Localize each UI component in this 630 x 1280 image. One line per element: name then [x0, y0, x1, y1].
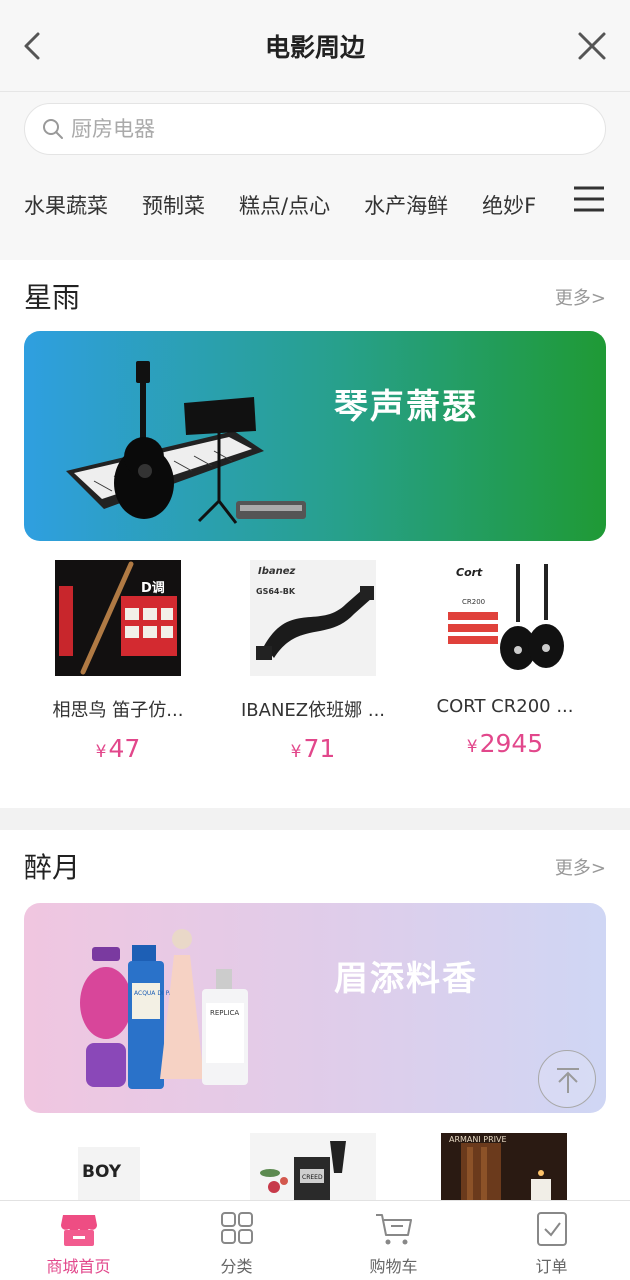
product-name: CORT CR200 ... — [436, 696, 574, 717]
app-page: 电影周边 水果蔬菜预制菜糕点/点心水产海鲜绝妙F 星雨 更多> — [0, 0, 630, 1280]
category-tab[interactable]: 水产海鲜 — [364, 186, 448, 226]
close-icon[interactable] — [572, 26, 612, 66]
top-navbar: 电影周边 — [0, 0, 630, 92]
svg-text:D调: D调 — [141, 581, 165, 596]
section-title: 星雨 — [24, 281, 81, 314]
product-price: ¥71 — [290, 734, 336, 763]
banner-title: 眉添料香 — [334, 959, 478, 999]
product-card[interactable]: Ibanez GS64-BK IBANEZ依班娜 ... ¥71 — [218, 560, 408, 763]
tab-label: 购物车 — [369, 1257, 418, 1276]
product-name: IBANEZ依班娜 ... — [240, 700, 386, 721]
category-tab[interactable]: 水果蔬菜 — [24, 186, 108, 226]
bottom-tab-bar: 商城首页 分类 购物车 订单 — [0, 1200, 630, 1280]
product-image-boy[interactable]: BOY — [78, 1147, 140, 1200]
category-tab[interactable]: 预制菜 — [142, 186, 205, 226]
category-tabs: 水果蔬菜 预制菜 糕点/点心 水产海鲜 绝妙F — [24, 186, 564, 226]
arrow-up-icon — [557, 1068, 579, 1093]
svg-text:BOY: BOY — [82, 1162, 122, 1182]
tab-label: 分类 — [220, 1257, 253, 1276]
tab-label: 订单 — [535, 1257, 568, 1276]
product-image-creed[interactable]: CREED — [250, 1133, 376, 1200]
more-link[interactable]: 更多> — [555, 284, 606, 310]
back-to-top-button[interactable] — [538, 1050, 596, 1108]
section-title: 醉月 — [24, 851, 81, 884]
banner-perfume[interactable]: ACQUA DI PARMA REPLICA 眉添料香 — [24, 903, 606, 1113]
shop-icon — [60, 1215, 97, 1246]
tab-cart[interactable]: 购物车 — [315, 1201, 472, 1280]
tab-label: 商城首页 — [46, 1257, 111, 1276]
order-icon — [536, 1212, 567, 1246]
product-name: 相思鸟 笛子仿... — [52, 700, 184, 721]
svg-text:GS64-BK: GS64-BK — [256, 587, 296, 596]
svg-text:REPLICA: REPLICA — [210, 1009, 239, 1017]
search-area: 水果蔬菜预制菜糕点/点心水产海鲜绝妙F — [0, 92, 630, 260]
grid-icon — [220, 1212, 253, 1244]
product-image-armani[interactable]: ARMANI PRIVE — [441, 1133, 567, 1200]
banner-instruments-image — [66, 361, 306, 524]
banner-title: 琴声萧瑟 — [334, 387, 478, 427]
search-input[interactable] — [71, 104, 571, 154]
tab-home[interactable]: 商城首页 — [0, 1201, 157, 1280]
section-zuiyue: 醉月 更多> ACQUA DI PARMA REPLICA 眉添料香 BOY C… — [0, 830, 630, 1200]
page-title: 电影周边 — [264, 33, 365, 62]
svg-text:ARMANI PRIVE: ARMANI PRIVE — [449, 1135, 507, 1144]
cart-icon — [375, 1214, 412, 1245]
product-price: ¥2945 — [466, 729, 544, 758]
banner-music[interactable]: 琴声萧瑟 — [24, 331, 606, 541]
product-image-guitar-strap: Ibanez GS64-BK — [250, 560, 376, 676]
more-link[interactable]: 更多> — [555, 854, 606, 880]
svg-text:CR200: CR200 — [462, 598, 485, 606]
search-box[interactable] — [24, 103, 606, 155]
section-xingyu: 星雨 更多> 琴声萧瑟 D调 相思鸟 笛子仿... ¥47 Ibanez GS6… — [0, 260, 630, 808]
product-card[interactable]: D调 相思鸟 笛子仿... ¥47 — [23, 560, 213, 763]
tab-category[interactable]: 分类 — [158, 1201, 315, 1280]
menu-icon[interactable] — [572, 184, 606, 214]
tab-orders[interactable]: 订单 — [473, 1201, 630, 1280]
product-image-flute: D调 — [55, 560, 181, 676]
product-image-electric-guitar: Cort CR200 — [442, 560, 568, 676]
svg-text:Ibanez: Ibanez — [258, 566, 296, 577]
banner-perfume-image: ACQUA DI PARMA REPLICA — [80, 929, 248, 1089]
product-price: ¥47 — [95, 734, 141, 763]
svg-text:CREED: CREED — [302, 1174, 323, 1181]
svg-text:Cort: Cort — [456, 566, 483, 579]
product-card[interactable]: Cort CR200 CORT CR200 ... ¥2945 — [410, 560, 600, 758]
category-tab[interactable]: 绝妙F — [482, 186, 536, 226]
search-icon — [43, 119, 63, 139]
category-tab[interactable]: 糕点/点心 — [239, 186, 330, 226]
